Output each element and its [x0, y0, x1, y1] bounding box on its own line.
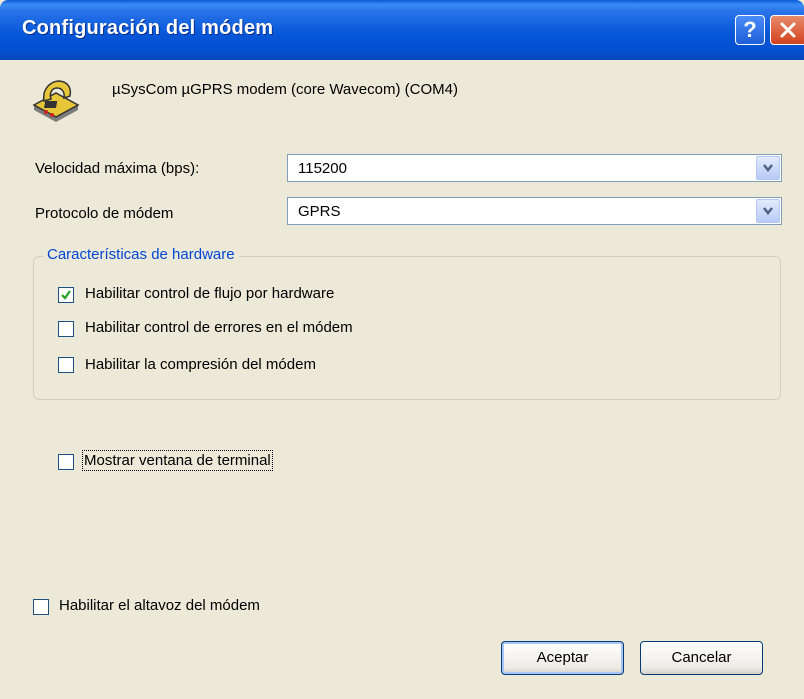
compression-label[interactable]: Habilitar la compresión del módem: [85, 356, 316, 373]
max-speed-dropdown-button[interactable]: [756, 156, 780, 180]
help-icon: ?: [743, 17, 757, 42]
ok-button[interactable]: Aceptar: [501, 641, 624, 675]
modem-settings-dialog: Configuración del módem ? µSysCom µGPRS …: [0, 0, 804, 699]
chevron-down-icon: [763, 207, 773, 215]
terminal-window-label[interactable]: Mostrar ventana de terminal: [82, 450, 273, 471]
speaker-checkbox[interactable]: [33, 599, 49, 615]
modem-protocol-label: Protocolo de módem: [35, 205, 174, 222]
max-speed-dropdown[interactable]: 115200: [287, 154, 782, 182]
modem-protocol-dropdown[interactable]: GPRS: [287, 197, 782, 225]
flow-control-label[interactable]: Habilitar control de flujo por hardware: [85, 285, 334, 302]
error-control-label[interactable]: Habilitar control de errores en el módem: [85, 319, 353, 336]
error-control-checkbox[interactable]: [58, 321, 74, 337]
max-speed-value: 115200: [298, 160, 347, 177]
close-icon: [780, 22, 795, 38]
max-speed-label: Velocidad máxima (bps):: [35, 160, 200, 177]
modem-name: µSysCom µGPRS modem (core Wavecom) (COM4…: [112, 81, 458, 98]
close-button[interactable]: [770, 15, 804, 45]
modem-protocol-value: GPRS: [298, 203, 341, 220]
hardware-features-title: Características de hardware: [43, 246, 239, 263]
dialog-title: Configuración del módem: [22, 17, 274, 39]
flow-control-checkbox[interactable]: [58, 287, 74, 303]
modem-protocol-dropdown-button[interactable]: [756, 199, 780, 223]
help-button[interactable]: ?: [735, 15, 765, 45]
chevron-down-icon: [763, 164, 773, 172]
title-bar[interactable]: Configuración del módem ?: [0, 0, 804, 60]
cancel-button[interactable]: Cancelar: [640, 641, 763, 675]
checkmark-icon: [61, 290, 71, 300]
terminal-window-checkbox[interactable]: [58, 454, 74, 470]
speaker-label[interactable]: Habilitar el altavoz del módem: [59, 597, 260, 614]
modem-phone-icon: [32, 80, 80, 122]
compression-checkbox[interactable]: [58, 357, 74, 373]
